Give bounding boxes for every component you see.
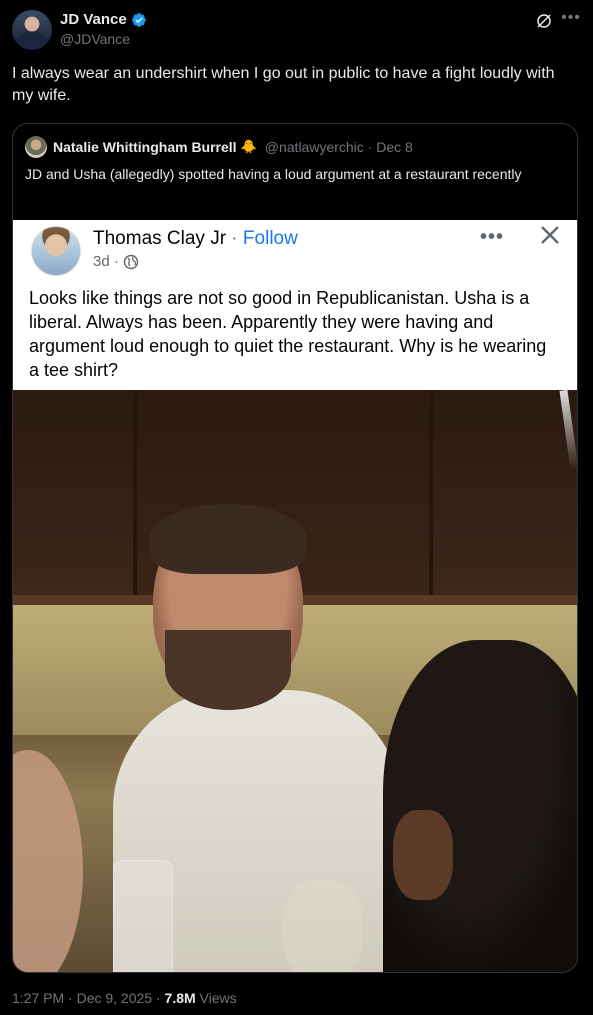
verified-badge-icon <box>131 12 146 27</box>
fb-author-avatar <box>31 226 81 276</box>
photo-man-hair <box>149 504 307 574</box>
fb-name-row: Thomas Clay Jr · Follow <box>93 228 298 250</box>
fb-post-time: 3d · <box>93 253 119 270</box>
fb-post-text: Looks like things are not so good in Rep… <box>29 288 547 380</box>
globe-icon <box>123 254 139 269</box>
photo-foreground-blur <box>13 750 83 972</box>
author-handle[interactable]: @JDVance <box>60 31 130 47</box>
restaurant-photo[interactable] <box>13 390 577 972</box>
fb-separator: · <box>226 228 243 249</box>
author-avatar[interactable] <box>12 10 52 50</box>
more-options-icon[interactable]: ••• <box>561 10 581 30</box>
photo-light-streak <box>559 390 577 471</box>
author-display-name[interactable]: JD Vance <box>60 11 127 28</box>
tweet-text: I always wear an undershirt when I go ou… <box>12 65 555 104</box>
photo-water-glass <box>283 880 363 972</box>
views-count: 7.8M <box>164 990 196 1006</box>
fb-time-row: 3d · <box>93 253 139 270</box>
photo-wine-glass <box>113 860 173 972</box>
tweet-timestamp[interactable]: 1:27 PM · Dec 9, 2025 · <box>12 990 165 1006</box>
photo-man-beard <box>165 630 291 710</box>
fb-author-name: Thomas Clay Jr <box>93 228 227 249</box>
tweet-header: JD Vance @JDVance ••• <box>12 8 581 52</box>
quoted-tweet-header: Natalie Whittingham Burrell 🐥 @natlawyer… <box>25 136 413 158</box>
views-label: Views <box>195 990 237 1006</box>
quoted-author-name: Natalie Whittingham Burrell <box>53 139 237 155</box>
fb-more-icon: ••• <box>480 226 505 248</box>
facebook-post-screenshot: Thomas Clay Jr · Follow 3d · ••• Looks l… <box>13 220 577 390</box>
quoted-tweet-card[interactable]: Natalie Whittingham Burrell 🐥 @natlawyer… <box>12 123 578 973</box>
author-name-row: JD Vance <box>60 11 147 28</box>
photo-woman-hand <box>393 810 453 900</box>
chick-emoji-icon: 🐥 <box>240 139 257 154</box>
quoted-author-avatar <box>25 136 47 158</box>
fb-close-icon <box>541 226 559 244</box>
fb-follow-link: Follow <box>242 228 298 249</box>
photo-woman <box>383 640 577 972</box>
grok-icon[interactable] <box>535 12 553 30</box>
quoted-author-handle-date: @natlawyerchic · Dec 8 <box>264 139 413 155</box>
quoted-tweet-text: JD and Usha (allegedly) spotted having a… <box>25 166 522 182</box>
tweet-footer: 1:27 PM · Dec 9, 2025 · 7.8M Views <box>12 990 237 1006</box>
